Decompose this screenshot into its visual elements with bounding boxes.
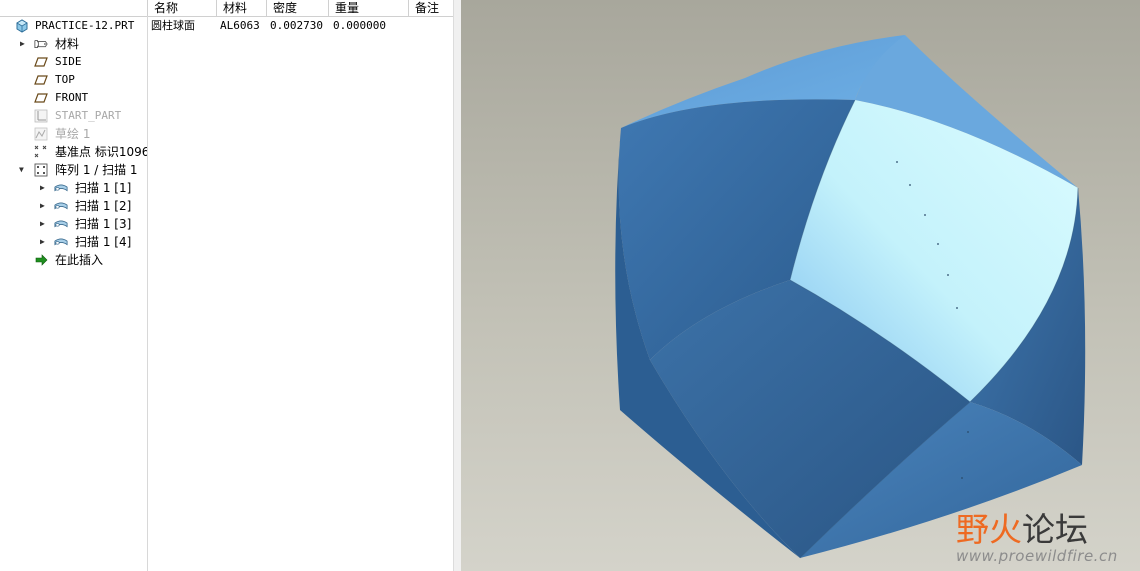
tree-item-sweep-2-label: 扫描 1 [2] [75, 199, 132, 213]
watermark-flame: 火 [989, 510, 1022, 549]
tree-item-sweep-1-label: 扫描 1 [1] [75, 181, 132, 195]
tree-item-side-label: SIDE [55, 55, 82, 68]
tree-item-datum-point[interactable]: 基准点 标识1096 [0, 143, 150, 161]
expand-arrow-icon[interactable]: ▶ [20, 35, 28, 53]
cell-part-name: 圆柱球面 [151, 19, 195, 32]
tree-item-sweep-1[interactable]: ▶ 扫描 1 [1] [0, 179, 147, 197]
column-header-remark[interactable]: 备注 [408, 0, 454, 16]
tree-item-insert-here[interactable]: 在此插入 [0, 251, 147, 269]
tree-item-pattern[interactable]: ▼ 阵列 1 / 扫描 1 [0, 161, 147, 179]
sweep-icon [54, 202, 68, 210]
cell-part-density: 0.002730 [270, 19, 323, 32]
tree-item-sketch[interactable]: 草绘 1 [0, 125, 147, 143]
insert-arrow-icon [35, 254, 48, 266]
column-header-density[interactable]: 密度 [266, 0, 328, 16]
pattern-icon [34, 163, 48, 177]
tree-item-datum-point-label: 基准点 标识1096 [55, 145, 150, 159]
cell-part-material: AL6063 [220, 19, 260, 32]
tree-item-front[interactable]: FRONT [0, 89, 147, 107]
part-icon [16, 19, 28, 33]
sweep-icon [54, 238, 68, 246]
tree-item-start-part[interactable]: START_PART [0, 107, 147, 125]
graphics-viewport[interactable]: 野火论坛 www.proewildfire.cn [461, 0, 1140, 571]
sweep-icon [54, 184, 68, 192]
expand-arrow-icon[interactable]: ▶ [40, 197, 48, 215]
column-header-material[interactable]: 材料 [216, 0, 266, 16]
watermark-logo: 野火论坛 [956, 503, 1088, 551]
column-header-name[interactable]: 名称 [147, 0, 216, 16]
model-tree-panel: PRACTICE-12.PRT ▶ 材料 SIDE TOP FRONT STAR… [0, 0, 150, 571]
watermark-suffix: 论坛 [1022, 510, 1088, 549]
expand-arrow-icon[interactable]: ▶ [40, 215, 48, 233]
watermark-prefix: 野 [956, 510, 989, 549]
cell-part-weight: 0.000000 [333, 19, 386, 32]
tree-item-start-part-label: START_PART [55, 109, 122, 122]
tree-item-sweep-2[interactable]: ▶ 扫描 1 [2] [0, 197, 147, 215]
model-render [615, 35, 1086, 559]
tree-columns-panel: 名称 材料 密度 重量 备注 圆柱球面 AL6063 0.002730 0.00… [147, 0, 454, 571]
tree-item-materials-label: 材料 [55, 37, 80, 51]
tree-item-sweep-4[interactable]: ▶ 扫描 1 [4] [0, 233, 147, 251]
tree-item-side[interactable]: SIDE [0, 53, 147, 71]
tree-item-pattern-label: 阵列 1 / 扫描 1 [55, 163, 138, 177]
tree-header [0, 0, 147, 17]
tree-item-top[interactable]: TOP [0, 71, 147, 89]
tree-item-sweep-4-label: 扫描 1 [4] [75, 235, 132, 249]
sketch-icon [34, 127, 48, 141]
coordinate-system-icon [34, 109, 48, 123]
tree-item-insert-here-label: 在此插入 [55, 253, 104, 267]
tree-item-top-label: TOP [55, 73, 75, 86]
sweep-icon [54, 220, 68, 228]
collapse-arrow-icon[interactable]: ▼ [19, 161, 27, 179]
datum-plane-icon [34, 57, 48, 67]
material-tag-icon [34, 40, 48, 48]
tree-item-sweep-3[interactable]: ▶ 扫描 1 [3] [0, 215, 147, 233]
tree-item-sweep-3-label: 扫描 1 [3] [75, 217, 132, 231]
tree-item-root-label: PRACTICE-12.PRT [35, 19, 135, 32]
datum-plane-icon [34, 93, 48, 103]
expand-arrow-icon[interactable]: ▶ [40, 179, 48, 197]
expand-arrow-icon[interactable]: ▶ [40, 233, 48, 251]
tree-item-front-label: FRONT [55, 91, 89, 104]
tree-item-root[interactable]: PRACTICE-12.PRT [0, 17, 147, 35]
datum-point-icon [34, 145, 47, 158]
watermark-url: www.proewildfire.cn [956, 547, 1118, 565]
column-header-weight[interactable]: 重量 [328, 0, 408, 16]
tree-item-sketch-label: 草绘 1 [55, 127, 91, 141]
tree-item-materials[interactable]: ▶ 材料 [0, 35, 147, 53]
datum-plane-icon [34, 75, 48, 85]
